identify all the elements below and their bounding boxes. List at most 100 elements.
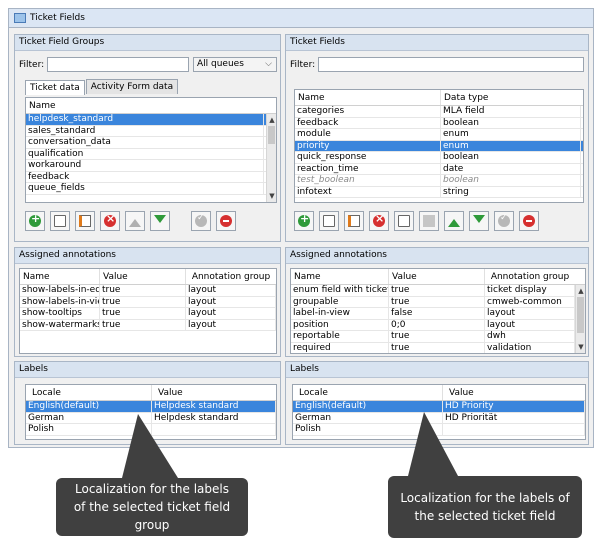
column-header-name[interactable]: Name: [26, 98, 266, 113]
table-row[interactable]: feedback boolean: [295, 117, 583, 129]
column-header-value[interactable]: Value: [389, 269, 485, 284]
move-up-button[interactable]: [444, 211, 464, 231]
fields-filter-input[interactable]: [318, 57, 584, 72]
document-edit-icon: [54, 215, 66, 227]
table-row[interactable]: show-watermarks true layout: [20, 319, 276, 331]
table-row[interactable]: show-labels-in-viewtruelayout: [20, 296, 276, 308]
group-annotations-rows: show-labels-in-edit true layout show-labels…: [20, 285, 276, 331]
ticket-fields-window: Ticket Fields Ticket Field Groups Filter…: [8, 8, 594, 448]
table-row[interactable]: German Helpdesk standard: [26, 412, 276, 424]
group-labels-table-header: Locale Value: [26, 385, 276, 401]
column-header-value[interactable]: Value: [100, 269, 186, 284]
tab-ticket-data[interactable]: Ticket data: [25, 80, 85, 95]
column-header-annotation-group[interactable]: Annotation group: [186, 269, 276, 284]
scroll-down-icon[interactable]: ▼: [267, 192, 276, 200]
table-row[interactable]: German HD Priorität: [293, 412, 585, 424]
check-icon: [195, 213, 207, 227]
column-header-locale[interactable]: Locale: [26, 385, 152, 400]
table-row[interactable]: show-tooltips true layout: [20, 308, 276, 320]
field-labels-table-header: Locale Value: [293, 385, 585, 401]
table-row[interactable]: categories MLA field: [295, 106, 583, 118]
table-row[interactable]: helpdesk_standard: [26, 114, 276, 126]
table-cell: dwh: [485, 331, 575, 342]
add-group-button[interactable]: [25, 211, 45, 231]
column-header-name[interactable]: Name: [291, 269, 389, 284]
table-row[interactable]: feedback: [26, 171, 276, 183]
table-row[interactable]: infotext string: [295, 186, 583, 198]
table-row[interactable]: priority enum: [295, 140, 583, 152]
table-row[interactable]: position 0;0 layout: [291, 319, 585, 331]
scroll-thumb[interactable]: [577, 297, 584, 333]
copy-field-button[interactable]: [394, 211, 414, 231]
table-row[interactable]: reportable true dwh: [291, 331, 585, 343]
scroll-up-icon[interactable]: ▲: [267, 116, 276, 124]
groups-list-header: Name: [26, 98, 276, 114]
check-icon: [498, 213, 510, 227]
table-cell: true: [100, 285, 186, 296]
scroll-down-icon[interactable]: ▼: [576, 343, 585, 351]
fields-table-rows: categories MLA field feedback boolean module…: [295, 106, 583, 198]
edit-properties-button[interactable]: [344, 211, 364, 231]
table-row[interactable]: workaround: [26, 160, 276, 172]
edit-properties-button[interactable]: [75, 211, 95, 231]
table-row[interactable]: English(default) Helpdesk standard: [26, 401, 276, 413]
column-header-annotation-group[interactable]: Annotation group: [485, 269, 575, 284]
table-cell: enum field with ticket c...: [293, 285, 389, 296]
scroll-up-icon[interactable]: ▲: [576, 287, 585, 295]
scroll-thumb[interactable]: [268, 126, 275, 144]
table-row[interactable]: reaction_time date: [295, 163, 583, 175]
table-row[interactable]: groupable true cmweb-common: [291, 296, 585, 308]
document-edit-icon: [323, 215, 335, 227]
queue-select[interactable]: All queues ⌵: [193, 57, 277, 72]
table-row[interactable]: required true validation: [291, 342, 585, 353]
table-cell: true: [100, 308, 186, 319]
approve-button[interactable]: [494, 211, 514, 231]
groups-filter-input[interactable]: [47, 57, 189, 72]
field-annotations-scrollbar[interactable]: ▲ ▼: [575, 285, 585, 353]
approve-button[interactable]: [191, 211, 211, 231]
move-down-button[interactable]: [469, 211, 489, 231]
groups-scrollbar[interactable]: ▲ ▼: [266, 114, 276, 202]
table-row[interactable]: test_boolean boolean: [295, 175, 583, 187]
column-header-name[interactable]: Name: [20, 269, 100, 284]
field-annotations-table-header: Name Value Annotation group: [291, 269, 585, 285]
window-title: Ticket Fields: [30, 13, 85, 23]
table-cell: true: [389, 296, 485, 307]
table-row[interactable]: module enum: [295, 129, 583, 141]
edit-group-button[interactable]: [50, 211, 70, 231]
delete-group-button[interactable]: [100, 211, 120, 231]
table-row[interactable]: Polish: [293, 424, 585, 436]
delete-field-button[interactable]: [369, 211, 389, 231]
table-row[interactable]: English(default) HD Priority: [293, 401, 585, 413]
table-row[interactable]: show-labels-in-edit true layout: [20, 285, 276, 297]
table-row[interactable]: enum field with ticket c...trueticket di…: [291, 285, 585, 297]
move-up-button[interactable]: [125, 211, 145, 231]
window-titlebar: Ticket Fields: [9, 9, 593, 28]
column-header-value[interactable]: Value: [152, 385, 276, 400]
table-row[interactable]: conversation_data: [26, 137, 276, 149]
column-header-data-type[interactable]: Data type: [441, 90, 575, 105]
column-header-locale[interactable]: Locale: [293, 385, 443, 400]
table-cell: cmweb-common: [485, 296, 575, 307]
paste-field-button[interactable]: [419, 211, 439, 231]
table-row[interactable]: qualification: [26, 148, 276, 160]
disable-group-button[interactable]: [216, 211, 236, 231]
column-header-name[interactable]: Name: [295, 90, 441, 105]
table-row[interactable]: label-in-view false layout: [291, 308, 585, 320]
table-row[interactable]: quick_response boolean: [295, 152, 583, 164]
chevron-down-icon: ⌵: [265, 59, 272, 69]
table-row[interactable]: Polish: [26, 424, 276, 436]
table-row[interactable]: sales_standard: [26, 125, 276, 137]
add-field-button[interactable]: [294, 211, 314, 231]
disable-field-button[interactable]: [519, 211, 539, 231]
edit-field-button[interactable]: [319, 211, 339, 231]
field-annotations-rows: enum field with ticket c...trueticket di…: [291, 285, 585, 353]
table-cell: show-watermarks: [22, 319, 100, 330]
table-row[interactable]: queue_fields: [26, 183, 276, 195]
groups-tabs: Ticket data Activity Form data: [25, 79, 179, 95]
table-cell: categories: [295, 106, 441, 117]
tab-activity-form-data[interactable]: Activity Form data: [85, 79, 179, 94]
column-header-value[interactable]: Value: [443, 385, 585, 400]
move-down-button[interactable]: [150, 211, 170, 231]
table-cell: German: [26, 412, 152, 423]
